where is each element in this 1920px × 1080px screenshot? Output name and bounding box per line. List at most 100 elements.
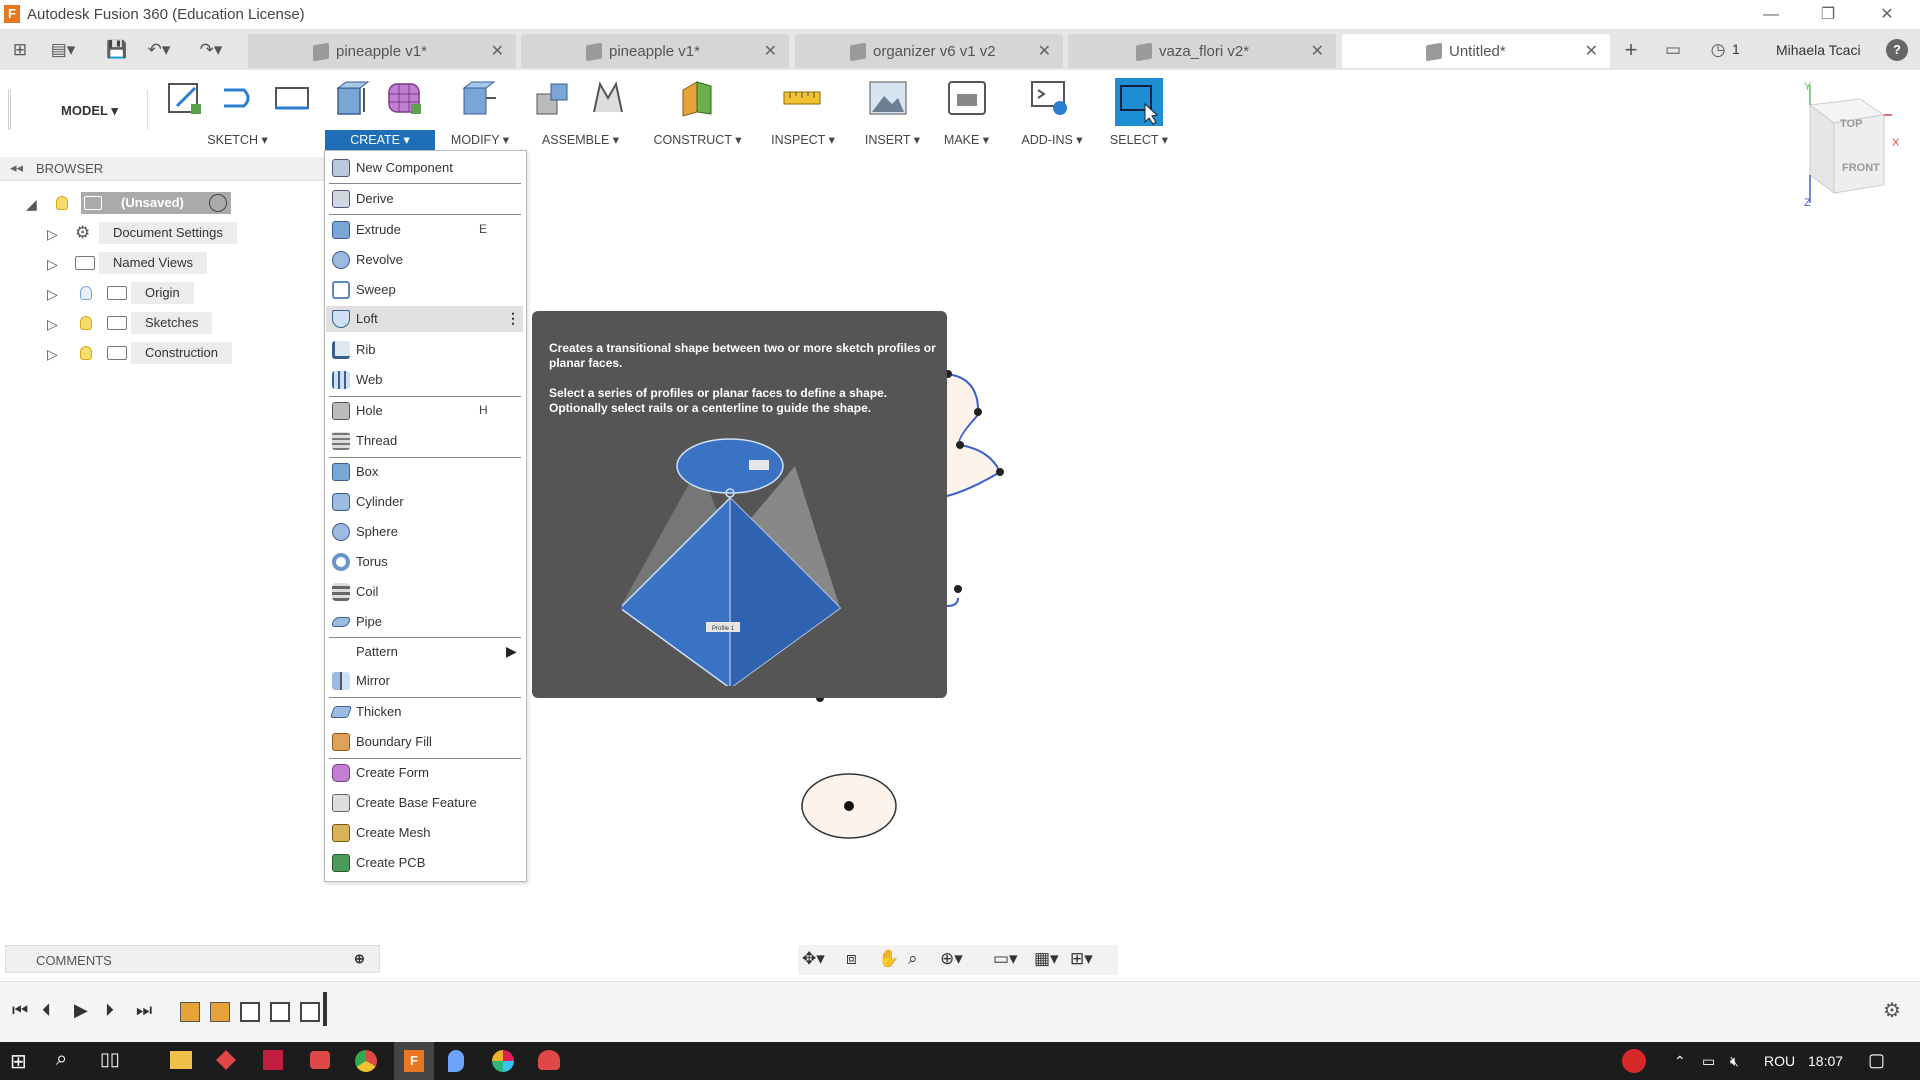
add-comment-icon[interactable]: ⊕ [354, 951, 365, 967]
file-icon[interactable]: ▤▾ [50, 38, 76, 62]
new-component-icon[interactable] [533, 78, 573, 118]
chrome-icon[interactable] [355, 1050, 377, 1072]
fit-icon[interactable]: ⊕▾ [940, 949, 963, 969]
menu-item-hole[interactable]: Hole H [326, 398, 523, 424]
expand-icon[interactable]: ▷ [47, 256, 58, 273]
search-icon[interactable]: ⌕ [56, 1048, 67, 1071]
make-menu[interactable]: MAKE ▾ [935, 132, 998, 147]
language-indicator[interactable]: ROU [1764, 1053, 1795, 1069]
menu-item-boundary-fill[interactable]: Boundary Fill [326, 729, 523, 755]
menu-item-pipe[interactable]: Pipe [326, 609, 523, 635]
step-forward-icon[interactable]: ⏵ [105, 1000, 114, 1021]
timeline-sketch-icon[interactable] [270, 1002, 290, 1022]
menu-item-torus[interactable]: Torus [326, 549, 523, 575]
app-grid-icon[interactable]: ⊞ [7, 38, 33, 62]
menu-item-thread[interactable]: Thread [326, 428, 523, 454]
create-form-icon[interactable] [385, 78, 425, 118]
task-view-icon[interactable]: ▯▯ [100, 1049, 120, 1070]
restore-icon[interactable]: ❐ [1805, 3, 1851, 27]
extrude-icon[interactable] [332, 78, 372, 118]
menu-item-loft[interactable]: Loft ⋮ [326, 306, 523, 332]
notifications-icon[interactable]: ▭ [1660, 38, 1686, 62]
browser-item-document-settings[interactable]: ▷ ⚙ Document Settings [47, 222, 327, 246]
autodesk-tray-icon[interactable] [1622, 1049, 1646, 1073]
expand-icon[interactable]: ▷ [47, 286, 58, 303]
close-tab-icon[interactable]: ✕ [1585, 41, 1598, 61]
browser-item-sketches[interactable]: ▷ Sketches [47, 312, 327, 336]
measure-icon[interactable] [782, 78, 822, 118]
viewcube-top[interactable]: TOP [1840, 118, 1862, 130]
action-center-icon[interactable]: ▢ [1868, 1050, 1885, 1071]
save-icon[interactable]: 💾 [104, 38, 130, 62]
3d-print-icon[interactable] [947, 78, 987, 118]
inspect-menu[interactable]: INSPECT ▾ [762, 132, 844, 147]
visibility-bulb-icon[interactable] [80, 346, 92, 360]
look-at-icon[interactable]: ⧈ [846, 949, 857, 969]
document-tab[interactable]: pineapple v1* ✕ [521, 34, 789, 68]
file-explorer-icon[interactable] [170, 1051, 192, 1069]
insert-menu[interactable]: INSERT ▾ [855, 132, 930, 147]
offset-plane-icon[interactable] [677, 78, 717, 118]
document-tab[interactable]: pineapple v1* ✕ [248, 34, 516, 68]
minimize-icon[interactable]: — [1748, 3, 1794, 27]
clock[interactable]: 18:07 [1808, 1053, 1843, 1069]
workspace-switcher[interactable]: MODEL ▾ [8, 90, 148, 130]
expand-icon[interactable]: ▷ [47, 316, 58, 333]
timeline-marker[interactable] [323, 992, 327, 1026]
app-icon[interactable] [538, 1050, 560, 1070]
close-tab-icon[interactable]: ✕ [764, 41, 777, 61]
create-menu-button[interactable]: CREATE ▾ [325, 130, 435, 150]
menu-item-create-mesh[interactable]: Create Mesh [326, 820, 523, 846]
menu-item-coil[interactable]: Coil [326, 579, 523, 605]
line-icon[interactable] [218, 78, 258, 118]
viewcube[interactable]: TOP FRONT Y X Z [1800, 81, 1910, 215]
user-name[interactable]: Mihaela Tcaci [1776, 42, 1861, 58]
close-window-icon[interactable]: ✕ [1864, 3, 1910, 27]
display-settings-icon[interactable]: ▭▾ [993, 949, 1018, 969]
close-tab-icon[interactable]: ✕ [491, 41, 504, 61]
select-icon[interactable] [1115, 78, 1163, 126]
zoom-icon[interactable]: ⌕ [908, 949, 918, 969]
joint-icon[interactable] [588, 78, 628, 118]
assemble-menu[interactable]: ASSEMBLE ▾ [533, 132, 628, 147]
menu-item-rib[interactable]: Rib [326, 337, 523, 363]
pan-icon[interactable]: ✋ [878, 949, 899, 969]
tray-chevron-icon[interactable]: ⌃ [1674, 1053, 1686, 1070]
grid-settings-icon[interactable]: ▦▾ [1034, 949, 1059, 969]
select-menu[interactable]: SELECT ▾ [1100, 132, 1178, 147]
scripts-addins-icon[interactable] [1030, 78, 1070, 118]
document-tab-active[interactable]: Untitled* ✕ [1342, 34, 1610, 68]
battery-icon[interactable]: ▭ [1702, 1053, 1715, 1070]
menu-item-create-pcb[interactable]: Create PCB [326, 850, 523, 876]
timeline-plane-icon[interactable] [210, 1002, 230, 1022]
play-icon[interactable]: ▶ [74, 1000, 88, 1021]
app-icon[interactable] [310, 1051, 330, 1069]
menu-item-extrude[interactable]: Extrude E [326, 217, 523, 243]
timeline-plane-icon[interactable] [180, 1002, 200, 1022]
menu-item-revolve[interactable]: Revolve [326, 247, 523, 273]
menu-item-pattern[interactable]: Pattern ▶ [326, 639, 523, 665]
slack-icon[interactable] [492, 1050, 514, 1072]
activate-radio-icon[interactable] [209, 194, 227, 212]
add-ins-menu[interactable]: ADD-INS ▾ [1008, 132, 1096, 147]
expand-icon[interactable]: ▷ [47, 226, 58, 243]
collapse-icon[interactable]: ◢ [26, 196, 37, 213]
timeline-sketch-icon[interactable] [240, 1002, 260, 1022]
orbit-icon[interactable]: ✥▾ [802, 949, 825, 969]
undo-icon[interactable]: ↶▾ [146, 38, 172, 62]
timeline-settings-gear-icon[interactable]: ⚙ [1883, 998, 1901, 1023]
windows-start-icon[interactable]: ⊞ [10, 1049, 27, 1074]
menu-item-mirror[interactable]: Mirror [326, 668, 523, 694]
job-status-icon[interactable]: ◷ [1705, 38, 1731, 62]
menu-item-create-base-feature[interactable]: Create Base Feature [326, 790, 523, 816]
fusion-taskbar-icon[interactable]: F [404, 1050, 424, 1072]
new-tab-icon[interactable]: + [1618, 38, 1644, 62]
menu-item-thicken[interactable]: Thicken [326, 699, 523, 725]
construct-menu[interactable]: CONSTRUCT ▾ [645, 132, 750, 147]
expand-icon[interactable]: ▷ [47, 346, 58, 363]
modify-menu[interactable]: MODIFY ▾ [445, 132, 515, 147]
menu-item-create-form[interactable]: Create Form [326, 760, 523, 786]
insert-image-icon[interactable] [868, 78, 908, 118]
step-back-icon[interactable]: ⏴ [42, 1000, 51, 1021]
browser-root-row[interactable]: ◢ (Unsaved) [26, 192, 326, 216]
